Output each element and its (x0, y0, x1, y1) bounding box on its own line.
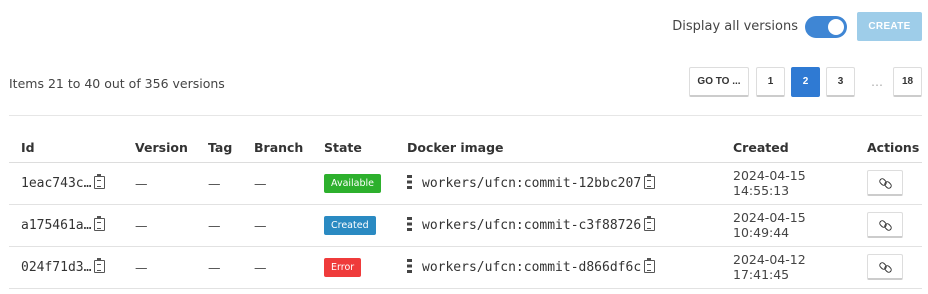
state-cell: Error (312, 246, 395, 289)
divider (9, 115, 922, 116)
actions-cell (855, 204, 922, 247)
version-cell: — (123, 246, 196, 289)
docker-layers-icon (407, 259, 412, 273)
clipboard-icon[interactable] (644, 216, 656, 231)
column-header-version[interactable]: Version (123, 133, 196, 163)
clipboard-icon[interactable] (94, 216, 106, 231)
create-button[interactable]: CREATE (857, 12, 922, 41)
clipboard-icon[interactable] (644, 258, 656, 273)
version-cell: — (123, 162, 196, 205)
link-button[interactable] (867, 254, 903, 280)
state-cell: Created (312, 204, 395, 247)
table-row: 1eac743c… — — — Available workers/ufcn:c… (9, 162, 922, 205)
docker-image-name: workers/ufcn:commit-12bbc207 (422, 176, 642, 191)
actions-cell (855, 246, 922, 289)
version-id: 1eac743c… (21, 176, 92, 191)
go-to-page-button[interactable]: GO TO ... (689, 67, 749, 97)
branch-cell: — (242, 204, 312, 247)
table-row: a175461a… — — — Created workers/ufcn:com… (9, 204, 922, 247)
state-cell: Available (312, 162, 395, 205)
state-badge: Available (324, 173, 382, 193)
link-button[interactable] (867, 212, 903, 238)
page-3-button[interactable]: 3 (826, 67, 855, 97)
docker-layers-icon (407, 217, 412, 231)
column-header-branch[interactable]: Branch (242, 133, 312, 163)
column-header-tag[interactable]: Tag (196, 133, 242, 163)
clipboard-icon[interactable] (644, 174, 656, 189)
toggle-knob (828, 18, 844, 35)
top-bar: Display all versions CREATE (672, 12, 922, 41)
created-cell: 2024-04-15 14:55:13 (721, 162, 855, 205)
state-badge: Error (324, 257, 362, 277)
created-cell: 2024-04-12 17:41:45 (721, 246, 855, 289)
versions-table: Id Version Tag Branch State Docker image… (9, 133, 922, 289)
docker-layers-icon (407, 175, 412, 189)
docker-image-name: workers/ufcn:commit-d866df6c (422, 260, 642, 275)
version-id: 024f71d3… (21, 260, 92, 275)
page-1-button[interactable]: 1 (756, 67, 785, 97)
branch-cell: — (242, 162, 312, 205)
page-last-button[interactable]: 18 (893, 67, 922, 97)
docker-image-cell: workers/ufcn:commit-d866df6c (395, 246, 721, 289)
link-icon (879, 263, 891, 271)
created-cell: 2024-04-15 10:49:44 (721, 204, 855, 247)
tag-cell: — (196, 162, 242, 205)
link-icon (879, 179, 891, 187)
link-icon (879, 221, 891, 229)
pagination: GO TO ... 1 2 3 … 18 (689, 67, 922, 97)
pagination-ellipsis: … (871, 75, 883, 89)
state-badge: Created (324, 215, 376, 235)
tag-cell: — (196, 204, 242, 247)
link-button[interactable] (867, 170, 903, 196)
id-cell: a175461a… (9, 204, 123, 247)
column-header-docker-image[interactable]: Docker image (395, 133, 721, 163)
column-header-actions: Actions (855, 133, 922, 163)
version-id: a175461a… (21, 218, 92, 233)
version-cell: — (123, 204, 196, 247)
column-header-state[interactable]: State (312, 133, 395, 163)
id-cell: 024f71d3… (9, 246, 123, 289)
page-2-button[interactable]: 2 (791, 67, 820, 97)
table-row: 024f71d3… — — — Error workers/ufcn:commi… (9, 246, 922, 289)
items-count-summary: Items 21 to 40 out of 356 versions (9, 76, 225, 91)
display-all-versions-toggle[interactable] (805, 15, 847, 38)
column-header-created[interactable]: Created (721, 133, 855, 163)
clipboard-icon[interactable] (94, 174, 106, 189)
display-all-versions-label: Display all versions (672, 19, 798, 34)
id-cell: 1eac743c… (9, 162, 123, 205)
docker-image-name: workers/ufcn:commit-c3f88726 (422, 218, 642, 233)
column-header-id[interactable]: Id (9, 133, 123, 163)
clipboard-icon[interactable] (94, 258, 106, 273)
branch-cell: — (242, 246, 312, 289)
docker-image-cell: workers/ufcn:commit-c3f88726 (395, 204, 721, 247)
tag-cell: — (196, 246, 242, 289)
docker-image-cell: workers/ufcn:commit-12bbc207 (395, 162, 721, 205)
actions-cell (855, 162, 922, 205)
table-header-row: Id Version Tag Branch State Docker image… (9, 133, 922, 163)
